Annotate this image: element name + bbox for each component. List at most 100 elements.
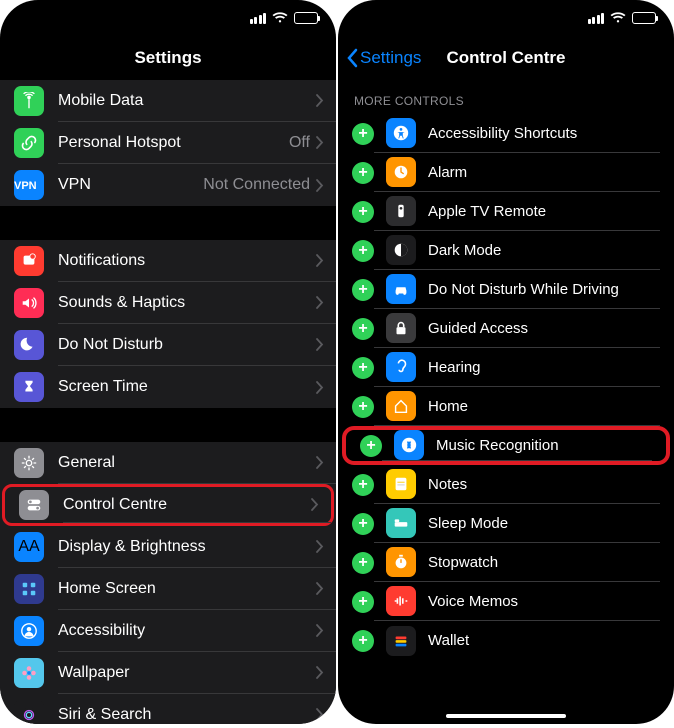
row-label: Control Centre	[63, 496, 311, 514]
link-icon	[14, 128, 44, 158]
nav-bar: Settings	[0, 36, 336, 80]
row-label: General	[58, 454, 316, 472]
control-row-notes[interactable]: + Notes	[338, 465, 674, 504]
siri-icon	[14, 700, 44, 724]
control-row-stopwatch[interactable]: + Stopwatch	[338, 543, 674, 582]
cellular-signal-icon	[250, 13, 267, 24]
settings-row-vpn[interactable]: VPN VPN Not Connected	[0, 164, 336, 206]
vpn-icon: VPN	[14, 170, 44, 200]
chevron-right-icon	[316, 456, 324, 469]
nav-bar: Settings Control Centre	[338, 36, 674, 80]
control-label: Voice Memos	[428, 593, 518, 610]
person-icon	[14, 616, 44, 646]
row-label: Display & Brightness	[58, 538, 316, 556]
settings-row-display-brightness[interactable]: AA Display & Brightness	[0, 526, 336, 568]
chevron-right-icon	[316, 338, 324, 351]
control-label: Stopwatch	[428, 554, 498, 571]
row-label: VPN	[58, 176, 203, 194]
home-indicator[interactable]	[446, 714, 566, 718]
back-button[interactable]: Settings	[346, 48, 421, 68]
stopwatch-icon	[386, 547, 416, 577]
settings-row-mobile-data[interactable]: Mobile Data	[0, 80, 336, 122]
control-label: Hearing	[428, 359, 481, 376]
add-button[interactable]: +	[352, 357, 374, 379]
add-button[interactable]: +	[352, 630, 374, 652]
settings-row-siri-search[interactable]: Siri & Search	[0, 694, 336, 724]
clock-icon	[386, 157, 416, 187]
halfcircle-icon	[386, 235, 416, 265]
control-label: Music Recognition	[436, 437, 559, 454]
chevron-right-icon	[316, 708, 324, 721]
row-value: Off	[289, 134, 310, 152]
control-row-sleep-mode[interactable]: + Sleep Mode	[338, 504, 674, 543]
add-button[interactable]: +	[352, 591, 374, 613]
speaker-icon	[14, 288, 44, 318]
settings-row-screen-time[interactable]: Screen Time	[0, 366, 336, 408]
row-label: Home Screen	[58, 580, 316, 598]
row-label: Accessibility	[58, 622, 316, 640]
settings-row-personal-hotspot[interactable]: Personal Hotspot Off	[0, 122, 336, 164]
settings-row-wallpaper[interactable]: Wallpaper	[0, 652, 336, 694]
control-row-alarm[interactable]: + Alarm	[338, 153, 674, 192]
row-label: Siri & Search	[58, 706, 316, 724]
settings-row-accessibility[interactable]: Accessibility	[0, 610, 336, 652]
row-label: Wallpaper	[58, 664, 316, 682]
row-label: Notifications	[58, 252, 316, 270]
control-row-hearing[interactable]: + Hearing	[338, 348, 674, 387]
add-button[interactable]: +	[352, 513, 374, 535]
page-title: Settings	[134, 48, 201, 68]
add-button[interactable]: +	[352, 318, 374, 340]
hourglass-icon	[14, 372, 44, 402]
control-row-apple-tv-remote[interactable]: + Apple TV Remote	[338, 192, 674, 231]
add-button[interactable]: +	[352, 240, 374, 262]
settings-row-home-screen[interactable]: Home Screen	[0, 568, 336, 610]
control-label: Home	[428, 398, 468, 415]
chevron-right-icon	[316, 136, 324, 149]
control-row-voice-memos[interactable]: + Voice Memos	[338, 582, 674, 621]
row-label: Sounds & Haptics	[58, 294, 316, 312]
chevron-right-icon	[316, 296, 324, 309]
row-label: Personal Hotspot	[58, 134, 289, 152]
control-row-dnd-driving[interactable]: + Do Not Disturb While Driving	[338, 270, 674, 309]
control-row-wallet[interactable]: + Wallet	[338, 621, 674, 660]
add-button[interactable]: +	[352, 552, 374, 574]
settings-row-notifications[interactable]: Notifications	[0, 240, 336, 282]
settings-row-general[interactable]: General	[0, 442, 336, 484]
page-title: Control Centre	[447, 48, 566, 68]
settings-list[interactable]: Mobile Data Personal Hotspot Off VPN VPN…	[0, 80, 336, 724]
add-button[interactable]: +	[352, 474, 374, 496]
add-button[interactable]: +	[352, 396, 374, 418]
settings-row-control-centre[interactable]: Control Centre	[2, 484, 334, 526]
control-row-home[interactable]: + Home	[338, 387, 674, 426]
control-label: Guided Access	[428, 320, 528, 337]
add-button[interactable]: +	[352, 123, 374, 145]
settings-row-do-not-disturb[interactable]: Do Not Disturb	[0, 324, 336, 366]
control-label: Dark Mode	[428, 242, 501, 259]
add-button[interactable]: +	[360, 435, 382, 457]
lock-icon	[386, 313, 416, 343]
flower-icon	[14, 658, 44, 688]
ear-icon	[386, 352, 416, 382]
wallet-icon	[386, 626, 416, 656]
control-row-accessibility-shortcuts[interactable]: + Accessibility Shortcuts	[338, 114, 674, 153]
cellular-signal-icon	[588, 13, 605, 24]
add-button[interactable]: +	[352, 162, 374, 184]
control-row-dark-mode[interactable]: + Dark Mode	[338, 231, 674, 270]
add-button[interactable]: +	[352, 279, 374, 301]
chevron-right-icon	[311, 498, 319, 511]
control-centre-list[interactable]: More Controls + Accessibility Shortcuts …	[338, 80, 674, 724]
control-row-music-recognition[interactable]: + Music Recognition	[342, 426, 670, 465]
chevron-right-icon	[316, 179, 324, 192]
control-label: Notes	[428, 476, 467, 493]
control-row-guided-access[interactable]: + Guided Access	[338, 309, 674, 348]
svg-text:VPN: VPN	[14, 180, 37, 192]
add-button[interactable]: +	[352, 201, 374, 223]
row-label: Mobile Data	[58, 92, 316, 110]
control-label: Wallet	[428, 632, 469, 649]
shazam-icon	[394, 430, 424, 460]
control-label: Alarm	[428, 164, 467, 181]
grid-icon	[14, 574, 44, 604]
chevron-right-icon	[316, 381, 324, 394]
settings-row-sounds-haptics[interactable]: Sounds & Haptics	[0, 282, 336, 324]
right-phone-control-centre: Settings Control Centre More Controls + …	[338, 0, 674, 724]
